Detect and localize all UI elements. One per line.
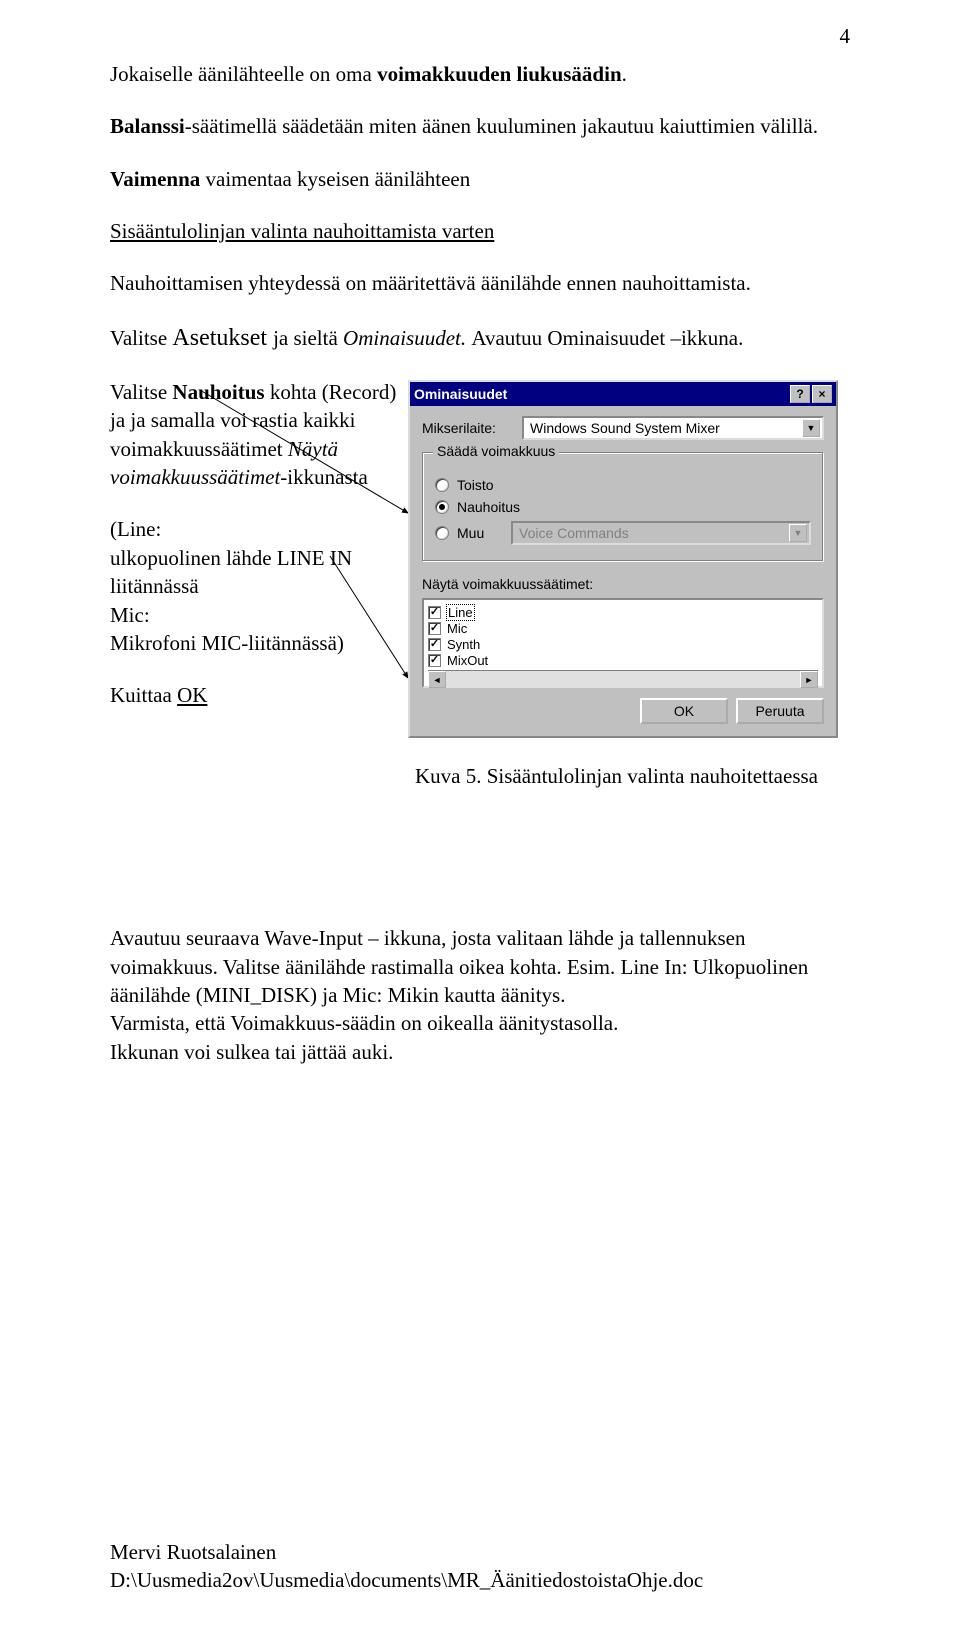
bold-text: voimakkuuden liukusäädin xyxy=(377,62,622,86)
text: Varmista, että Voimakkuus-säädin on oike… xyxy=(110,1011,618,1035)
radio-other-row[interactable]: Muu Voice Commands ▼ xyxy=(435,521,811,545)
underline-text: OK xyxy=(177,683,207,707)
text: Ikkunan voi sulkea tai jättää auki. xyxy=(110,1040,393,1064)
other-dropdown: Voice Commands ▼ xyxy=(511,521,811,545)
listbox-hscroll[interactable]: ◄ ► xyxy=(428,670,818,688)
paragraph-define-source: Nauhoittamisen yhteydessä on määritettäv… xyxy=(110,269,850,297)
dialog-titlebar[interactable]: Ominaisuudet ? × xyxy=(410,382,836,406)
dialog-wrapper: Ominaisuudet ? × Mikserilaite: Windows S… xyxy=(408,378,850,738)
dialog-title: Ominaisuudet xyxy=(414,386,507,402)
checkbox-line[interactable] xyxy=(428,606,441,619)
bold-text: Nauhoitus xyxy=(172,380,269,404)
dropdown-arrow-icon[interactable]: ▼ xyxy=(802,419,820,437)
properties-dialog: Ominaisuudet ? × Mikserilaite: Windows S… xyxy=(408,380,838,738)
instr-ok: Kuittaa OK xyxy=(110,681,400,709)
text: Valitse xyxy=(110,326,172,350)
radio-other-label: Muu xyxy=(457,525,503,541)
radio-record-label: Nauhoitus xyxy=(457,499,520,515)
dialog-body: Mikserilaite: Windows Sound System Mixer… xyxy=(410,406,836,736)
listbox-inner: Line Mic Synth MixOut xyxy=(428,604,818,668)
check-label-line: Line xyxy=(447,605,474,620)
text: -ikkunasta xyxy=(280,465,367,489)
footer-author: Mervi Ruotsalainen xyxy=(110,1539,703,1566)
text: Avautuu Ominaisuudet –ikkuna. xyxy=(471,326,743,350)
paragraph-balance: Balanssi-säätimellä säädetään miten ääne… xyxy=(110,112,850,140)
instruction-column: Valitse Nauhoitus kohta (Record) ja ja s… xyxy=(110,378,400,738)
other-dropdown-value: Voice Commands xyxy=(519,525,629,541)
italic-text: Ominaisuudet. xyxy=(343,326,471,350)
paragraph-mute: Vaimenna vaimentaa kyseisen äänilähteen xyxy=(110,165,850,193)
instr-line-mic: (Line: ulkopuolinen lähde LINE IN liitän… xyxy=(110,515,400,657)
text: Kuittaa xyxy=(110,683,177,707)
ok-button[interactable]: OK xyxy=(640,698,728,724)
check-label-synth: Synth xyxy=(447,637,480,652)
show-controls-listbox[interactable]: Line Mic Synth MixOut xyxy=(422,598,824,688)
titlebar-buttons: ? × xyxy=(790,385,832,403)
check-row-mixout[interactable]: MixOut xyxy=(428,652,818,668)
radio-playback[interactable] xyxy=(435,478,449,492)
radio-playback-label: Toisto xyxy=(457,477,494,493)
dialog-buttons: OK Peruuta xyxy=(422,698,824,724)
close-button[interactable]: × xyxy=(812,385,832,403)
text: (Line: xyxy=(110,517,161,541)
paragraph-wave-input: Avautuu seuraava Wave-Input – ikkuna, jo… xyxy=(110,924,850,1066)
mixer-dropdown[interactable]: Windows Sound System Mixer ▼ xyxy=(522,416,824,440)
checkbox-synth[interactable] xyxy=(428,638,441,651)
scroll-track[interactable] xyxy=(446,671,800,688)
scroll-left-icon[interactable]: ◄ xyxy=(428,671,446,688)
mixer-row: Mikserilaite: Windows Sound System Mixer… xyxy=(422,416,824,440)
volume-groupbox: Säädä voimakkuus Toisto Nauhoitus Muu Vo… xyxy=(422,452,824,562)
check-label-mic: Mic xyxy=(447,621,467,636)
spacer xyxy=(110,814,850,924)
mixer-label: Mikserilaite: xyxy=(422,420,522,436)
large-text: Asetukset xyxy=(172,325,273,351)
radio-playback-row[interactable]: Toisto xyxy=(435,477,811,493)
footer-path: D:\Uusmedia2ov\Uusmedia\documents\MR_Ään… xyxy=(110,1567,703,1594)
checkbox-mic[interactable] xyxy=(428,622,441,635)
page-number: 4 xyxy=(840,24,851,49)
radio-record[interactable] xyxy=(435,500,449,514)
check-row-line[interactable]: Line xyxy=(428,604,818,620)
text: vaimentaa kyseisen äänilähteen xyxy=(206,167,471,191)
listbox-label: Näytä voimakkuussäätimet: xyxy=(422,576,824,592)
underlined-heading: Sisääntulolinjan valinta nauhoittamista … xyxy=(110,219,494,243)
two-column-section: Valitse Nauhoitus kohta (Record) ja ja s… xyxy=(110,378,850,738)
paragraph-settings-properties: Valitse Asetukset ja sieltä Ominaisuudet… xyxy=(110,322,850,354)
help-button[interactable]: ? xyxy=(790,385,810,403)
bold-text: Vaimenna xyxy=(110,167,206,191)
check-label-mixout: MixOut xyxy=(447,653,488,668)
text: -säätimellä säädetään miten äänen kuulum… xyxy=(185,114,818,138)
check-row-mic[interactable]: Mic xyxy=(428,620,818,636)
figure-caption: Kuva 5. Sisääntulolinjan valinta nauhoit… xyxy=(415,762,850,790)
scroll-right-icon[interactable]: ► xyxy=(800,671,818,688)
text: Mic: xyxy=(110,603,150,627)
radio-record-row[interactable]: Nauhoitus xyxy=(435,499,811,515)
groupbox-legend: Säädä voimakkuus xyxy=(433,443,559,459)
text: ja sieltä xyxy=(273,326,343,350)
text: . xyxy=(622,62,627,86)
footer: Mervi Ruotsalainen D:\Uusmedia2ov\Uusmed… xyxy=(110,1539,703,1594)
text: Valitse xyxy=(110,380,172,404)
text: Avautuu seuraava Wave-Input – ikkuna, jo… xyxy=(110,926,808,1007)
radio-other[interactable] xyxy=(435,526,449,540)
text: Mikrofoni MIC-liitännässä) xyxy=(110,631,344,655)
checkbox-mixout[interactable] xyxy=(428,654,441,667)
dropdown-arrow-icon: ▼ xyxy=(789,524,807,542)
heading-input-line: Sisääntulolinjan valinta nauhoittamista … xyxy=(110,217,850,245)
cancel-button[interactable]: Peruuta xyxy=(736,698,824,724)
instr-select-record: Valitse Nauhoitus kohta (Record) ja ja s… xyxy=(110,378,400,491)
bold-text: Balanssi xyxy=(110,114,185,138)
mixer-value: Windows Sound System Mixer xyxy=(530,420,720,436)
text: ulkopuolinen lähde LINE IN liitännässä xyxy=(110,546,352,598)
text: Jokaiselle äänilähteelle on oma xyxy=(110,62,377,86)
paragraph-slider: Jokaiselle äänilähteelle on oma voimakku… xyxy=(110,60,850,88)
check-row-synth[interactable]: Synth xyxy=(428,636,818,652)
